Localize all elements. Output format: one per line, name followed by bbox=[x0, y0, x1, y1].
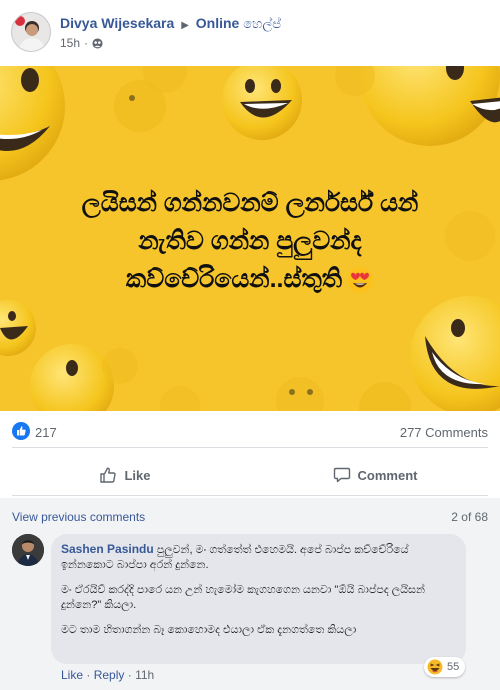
caption-line: නැතිව ගන්න පුලුවන්ද bbox=[138, 227, 362, 255]
view-previous-comments-link[interactable]: View previous comments bbox=[12, 510, 145, 524]
smiley-icon bbox=[0, 66, 65, 181]
group-name-suffix[interactable]: හෙල්ප් bbox=[243, 16, 281, 31]
comment-text: මං ඒරයිව් කරද්දි පාරෙ යන උන් හැමෝම කැගහග… bbox=[61, 584, 425, 611]
thumbs-up-icon bbox=[100, 467, 117, 483]
comment-like-link[interactable]: Like bbox=[61, 668, 83, 682]
comment-reaction-count: 55 bbox=[447, 661, 460, 673]
post-image-caption: ලයිසන් ගන්නවනම් ලර්නර්ස් යන් නැතිව ගන්න … bbox=[0, 184, 500, 298]
smiley-icon bbox=[0, 300, 36, 356]
post-image[interactable]: ලයිසන් ගන්නවනම් ලර්නර්ස් යන් නැතිව ගන්න … bbox=[0, 66, 500, 411]
post-header: Divya Wijesekara ▶ Online හෙල්ප් 15h · bbox=[0, 0, 500, 62]
divider bbox=[12, 447, 488, 448]
comments-section: View previous comments 2 of 68 Sashen Pa… bbox=[0, 498, 500, 690]
comment-paragraph: Sashen Pasindu පුලුවන්, මං ගත්තේත් එහෙමය… bbox=[61, 542, 456, 573]
author-line: Divya Wijesekara ▶ Online හෙල්ප් bbox=[60, 15, 281, 32]
footer-separator: · bbox=[127, 668, 132, 682]
smiley-icon bbox=[360, 66, 500, 146]
triangle-right-icon: ▶ bbox=[181, 20, 189, 31]
comment-timestamp[interactable]: 11h bbox=[135, 668, 154, 682]
post-meta: 15h · bbox=[60, 36, 103, 50]
like-button[interactable]: Like bbox=[0, 456, 250, 494]
comment-text: මට තාම හිතාගන්න බෑ කොහොමද එයාලා ඒක දැනගත… bbox=[61, 624, 357, 636]
comment-author[interactable]: Sashen Pasindu bbox=[61, 542, 154, 556]
group-privacy-icon bbox=[92, 37, 103, 49]
comment-button[interactable]: Comment bbox=[250, 456, 500, 494]
caption-line-with-emoji: කව්චේරියෙන්..ස්තුති bbox=[0, 260, 500, 298]
caption-line: කව්චේරියෙන්..ස්තුති bbox=[125, 265, 343, 293]
comment-reaction-badge[interactable]: 55 bbox=[424, 657, 466, 677]
divider bbox=[12, 495, 488, 496]
post-timestamp[interactable]: 15h bbox=[60, 36, 80, 50]
like-button-label: Like bbox=[124, 467, 151, 483]
reaction-count[interactable]: 217 bbox=[35, 425, 57, 440]
comment-button-label: Comment bbox=[357, 467, 418, 483]
smiley-icon bbox=[30, 344, 114, 411]
commenter-avatar[interactable] bbox=[12, 534, 44, 566]
comment-count[interactable]: 277 Comments bbox=[400, 425, 488, 440]
author-avatar[interactable] bbox=[11, 12, 51, 52]
footer-separator: · bbox=[86, 668, 91, 682]
comment-footer: Like · Reply · 11h bbox=[61, 668, 154, 682]
like-reaction-icon[interactable] bbox=[12, 422, 30, 440]
haha-reaction-icon bbox=[427, 659, 443, 675]
meta-separator: · bbox=[84, 36, 89, 50]
group-name[interactable]: Online bbox=[196, 15, 240, 31]
comment-bubble-icon bbox=[333, 467, 350, 483]
caption-line: ලයිසන් ගන්නවනම් ලර්නර්ස් යන් bbox=[81, 189, 419, 217]
post-actions: Like Comment bbox=[0, 456, 500, 494]
comments-pager: 2 of 68 bbox=[451, 510, 488, 524]
smiley-icon bbox=[410, 296, 500, 411]
heart-eyes-emoji-icon bbox=[347, 267, 374, 294]
comment-bubble: Sashen Pasindu පුලුවන්, මං ගත්තේත් එහෙමය… bbox=[51, 534, 466, 664]
smiley-icon bbox=[222, 66, 302, 140]
reactions-bar: 217 277 Comments bbox=[0, 420, 500, 446]
comment-reply-link[interactable]: Reply bbox=[94, 668, 125, 682]
author-name[interactable]: Divya Wijesekara bbox=[60, 15, 174, 31]
